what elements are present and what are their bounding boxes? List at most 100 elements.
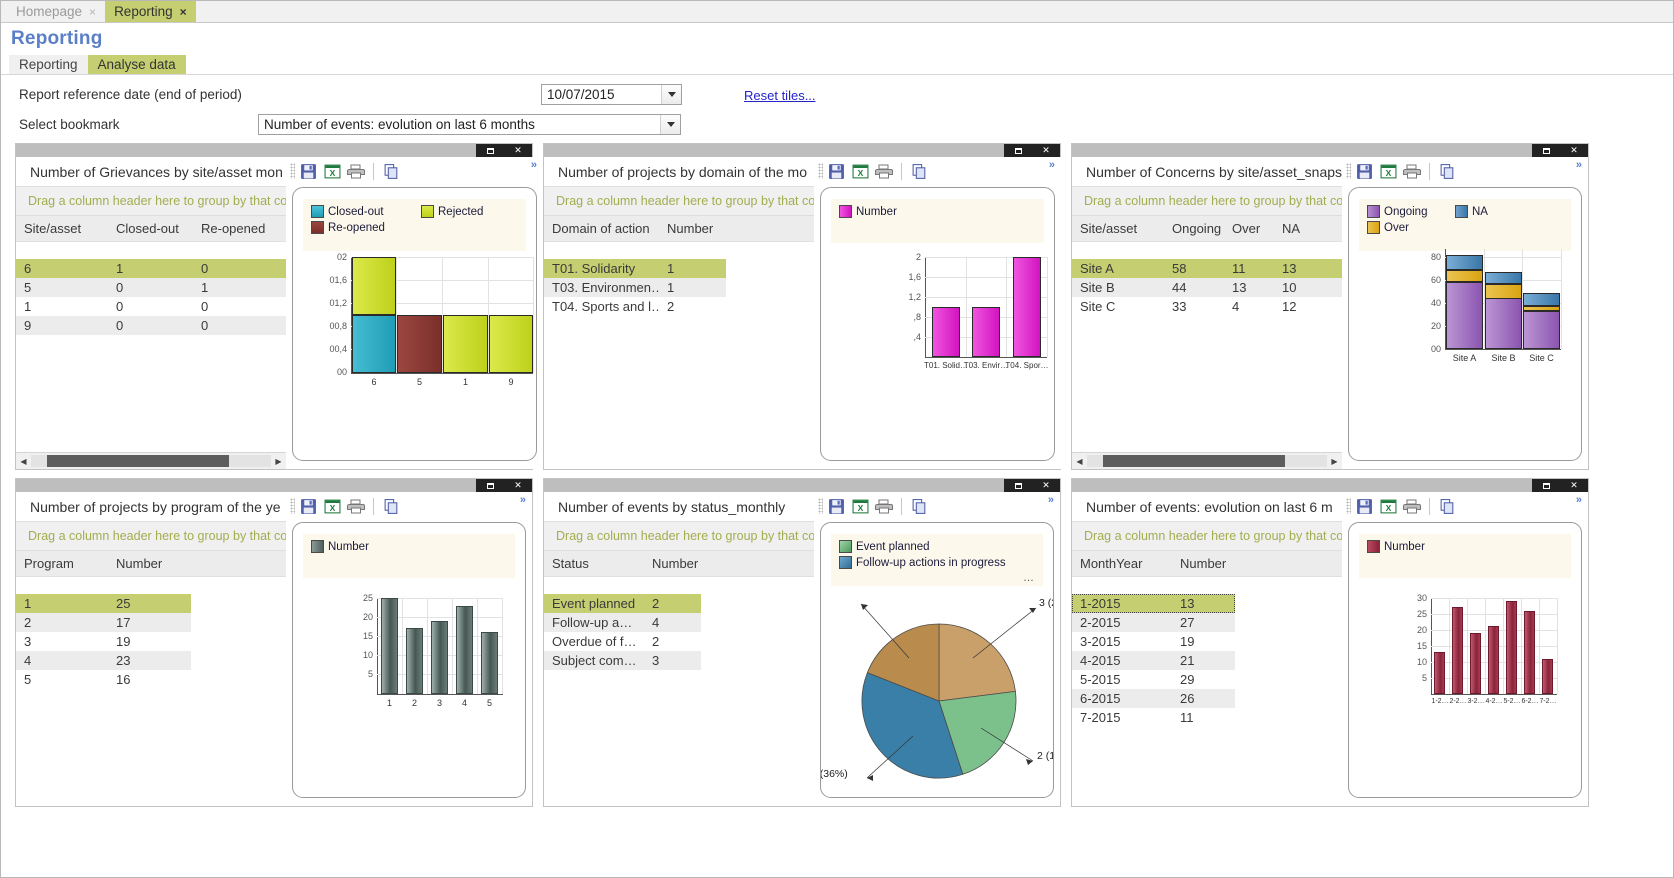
group-by-hint[interactable]: Drag a column header here to group by th…	[544, 521, 814, 551]
group-by-hint[interactable]: Drag a column header here to group by th…	[1072, 186, 1342, 216]
chart-container[interactable]: Number 2 1,6 1,2 ,8 ,4 T01. Solid… T03. …	[820, 187, 1055, 461]
excel-export-icon[interactable]: X	[849, 160, 871, 182]
copy-icon[interactable]	[1436, 495, 1458, 517]
save-icon[interactable]	[297, 160, 319, 182]
reset-tiles-link[interactable]: Reset tiles...	[744, 88, 816, 103]
save-icon[interactable]	[1353, 160, 1375, 182]
copy-icon[interactable]	[908, 160, 930, 182]
print-icon[interactable]	[1401, 495, 1423, 517]
tab-reporting-sub[interactable]: Reporting	[9, 55, 88, 74]
drag-handle[interactable]	[290, 163, 295, 179]
table-row[interactable]: T03. Environmen… 1	[544, 278, 726, 297]
table-row[interactable]: 6 1 0	[16, 259, 286, 278]
save-icon[interactable]	[825, 495, 847, 517]
chevron-double-right-icon[interactable]: »	[1576, 159, 1582, 171]
scroll-left-icon[interactable]: ◀	[16, 457, 31, 466]
group-by-hint[interactable]: Drag a column header here to group by th…	[16, 521, 286, 551]
minimize-icon[interactable]	[1532, 144, 1560, 157]
chevron-double-right-icon[interactable]: »	[520, 494, 526, 506]
drag-handle[interactable]	[818, 163, 823, 179]
column-header[interactable]: Over	[1224, 221, 1274, 236]
minimize-icon[interactable]	[476, 479, 504, 492]
table-row[interactable]: T01. Solidarity 1	[544, 259, 726, 278]
table-row[interactable]: T04. Sports and l… 2	[544, 297, 726, 316]
table-row[interactable]: 1 25	[16, 594, 191, 613]
save-icon[interactable]	[1353, 495, 1375, 517]
column-header[interactable]: MonthYear	[1072, 556, 1172, 571]
table-row[interactable]: 4-2015 21	[1072, 651, 1235, 670]
table-row[interactable]: 5 0 1	[16, 278, 286, 297]
copy-icon[interactable]	[908, 495, 930, 517]
table-row[interactable]: Event planned 2	[544, 594, 701, 613]
save-icon[interactable]	[825, 160, 847, 182]
table-row[interactable]: 1 0 0	[16, 297, 286, 316]
column-header[interactable]: Ongoing	[1164, 221, 1224, 236]
close-icon[interactable]: ✕	[1032, 479, 1060, 492]
group-by-hint[interactable]: Drag a column header here to group by th…	[544, 186, 814, 216]
excel-export-icon[interactable]: X	[1377, 495, 1399, 517]
excel-export-icon[interactable]: X	[321, 160, 343, 182]
tab-reporting[interactable]: Reporting ×	[105, 1, 196, 22]
table-row[interactable]: Follow-up a… 4	[544, 613, 701, 632]
tab-homepage[interactable]: Homepage ×	[7, 1, 106, 22]
print-icon[interactable]	[873, 160, 895, 182]
table-row[interactable]: Site A 58 11 13	[1072, 259, 1342, 278]
table-row[interactable]: 9 0 0	[16, 316, 286, 335]
bookmark-combo[interactable]: Number of events: evolution on last 6 mo…	[258, 114, 681, 135]
chevron-double-right-icon[interactable]: »	[1048, 494, 1054, 506]
minimize-icon[interactable]	[1004, 144, 1032, 157]
table-row[interactable]: 5 16	[16, 670, 191, 689]
table-row[interactable]: Site C 33 4 12	[1072, 297, 1342, 316]
legend-overflow-ellipsis[interactable]: …	[1023, 572, 1034, 584]
group-by-hint[interactable]: Drag a column header here to group by th…	[16, 186, 286, 216]
print-icon[interactable]	[345, 495, 367, 517]
close-icon[interactable]: ×	[89, 5, 96, 19]
copy-icon[interactable]	[380, 495, 402, 517]
chevron-down-icon[interactable]	[661, 85, 681, 104]
scroll-right-icon[interactable]: ▶	[1327, 457, 1342, 466]
horizontal-scrollbar[interactable]: ◀ ▶	[1072, 452, 1342, 469]
table-row[interactable]: 7-2015 11	[1072, 708, 1235, 727]
save-icon[interactable]	[297, 495, 319, 517]
column-header[interactable]: Number	[644, 556, 726, 571]
chart-container[interactable]: Event planned Follow-up actions in progr…	[820, 522, 1054, 798]
chart-container[interactable]: Closed-out Rejected Re-opened 02 01,6 01…	[292, 187, 537, 461]
column-header[interactable]: NA	[1274, 221, 1324, 236]
print-icon[interactable]	[1401, 160, 1423, 182]
excel-export-icon[interactable]: X	[321, 495, 343, 517]
table-row[interactable]: 4 23	[16, 651, 191, 670]
chart-container[interactable]: Number 25 20 15 10 5 1 2 3 4 5	[292, 522, 526, 798]
column-header[interactable]: Site/asset	[16, 221, 108, 236]
table-row[interactable]: 1-2015 13	[1072, 594, 1235, 613]
close-icon[interactable]: ×	[180, 5, 187, 19]
column-header[interactable]: Number	[659, 221, 729, 236]
horizontal-scrollbar[interactable]: ◀ ▶	[16, 452, 286, 469]
column-header[interactable]: Program	[16, 556, 108, 571]
table-row[interactable]: Overdue of f… 2	[544, 632, 701, 651]
chevron-double-right-icon[interactable]: »	[531, 159, 537, 171]
minimize-icon[interactable]	[476, 144, 504, 157]
column-header[interactable]: Domain of action	[544, 221, 659, 236]
close-icon[interactable]: ✕	[1560, 479, 1588, 492]
drag-handle[interactable]	[1346, 163, 1351, 179]
drag-handle[interactable]	[1346, 498, 1351, 514]
excel-export-icon[interactable]: X	[849, 495, 871, 517]
minimize-icon[interactable]	[1532, 479, 1560, 492]
table-row[interactable]: 3 19	[16, 632, 191, 651]
tab-analyse-data[interactable]: Analyse data	[87, 55, 186, 74]
chevron-double-right-icon[interactable]: »	[1576, 494, 1582, 506]
drag-handle[interactable]	[818, 498, 823, 514]
table-row[interactable]: 3-2015 19	[1072, 632, 1235, 651]
table-row[interactable]: Site B 44 13 10	[1072, 278, 1342, 297]
minimize-icon[interactable]	[1004, 479, 1032, 492]
column-header[interactable]: Number	[1172, 556, 1242, 571]
column-header[interactable]: Re-opened	[193, 221, 286, 236]
table-row[interactable]: Subject com… 3	[544, 651, 701, 670]
chevron-double-right-icon[interactable]: »	[1049, 159, 1055, 171]
excel-export-icon[interactable]: X	[1377, 160, 1399, 182]
chart-container[interactable]: Ongoing NA Over 80 60 40 20 00 Site A Si…	[1348, 187, 1582, 461]
table-row[interactable]: 5-2015 29	[1072, 670, 1235, 689]
table-row[interactable]: 2-2015 27	[1072, 613, 1235, 632]
copy-icon[interactable]	[380, 160, 402, 182]
column-header[interactable]: Closed-out	[108, 221, 193, 236]
